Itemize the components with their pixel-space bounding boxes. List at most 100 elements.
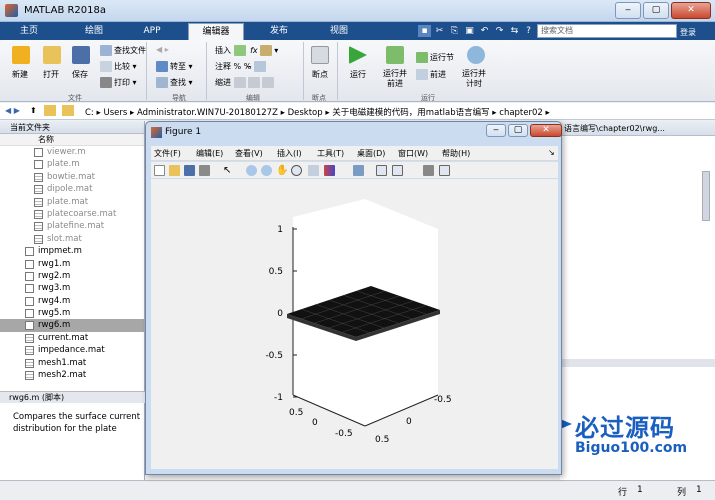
path-segment[interactable]: chapter02 xyxy=(499,108,543,118)
menu-edit[interactable]: 编辑(E) xyxy=(196,148,223,159)
file-list-item[interactable]: impmet.m xyxy=(0,245,144,257)
help-icon[interactable]: ? xyxy=(522,25,535,37)
open-file-icon[interactable] xyxy=(169,165,180,176)
find-button[interactable]: 查找 ▾ xyxy=(156,77,193,88)
print-figure-icon[interactable] xyxy=(199,165,210,176)
path-segment[interactable]: 关于电磁建模的代码，用matlab语言编写 xyxy=(332,108,489,118)
file-list-item[interactable]: current.mat xyxy=(0,332,144,344)
file-list-item[interactable]: viewer.m xyxy=(0,146,144,158)
path-segment[interactable]: Users xyxy=(103,108,127,118)
data-cursor-icon[interactable] xyxy=(308,165,319,176)
brush-icon[interactable] xyxy=(324,165,335,176)
nav-back-icon[interactable]: ◀ ▶ xyxy=(5,106,20,115)
undo-icon[interactable]: ↶ xyxy=(478,25,491,37)
file-list-item[interactable]: rwg6.m xyxy=(0,319,144,332)
quick-paste-icon[interactable]: ▣ xyxy=(463,25,476,37)
insert-button[interactable]: 插入 fx ▾ xyxy=(215,45,278,56)
pane-splitter[interactable] xyxy=(560,359,715,367)
file-list-item[interactable]: bowtie.mat xyxy=(0,171,144,183)
save-button[interactable]: 保存 xyxy=(72,69,88,80)
surface-plot[interactable]: 1 0.5 0 -0.5 -1 -0.5 0 0.5 -0.5 0 0.5 xyxy=(151,179,558,469)
new-button[interactable]: 新建 xyxy=(12,69,28,80)
file-list-item[interactable]: slot.mat xyxy=(0,233,144,245)
zoom-out-icon[interactable] xyxy=(261,165,272,176)
file-list-item[interactable]: rwg4.m xyxy=(0,295,144,307)
file-list-item[interactable]: plate.m xyxy=(0,158,144,170)
quick-cut-icon[interactable]: ✂ xyxy=(433,25,446,37)
menu-view[interactable]: 查看(V) xyxy=(235,148,263,159)
figure-minimize-button[interactable]: ‒ xyxy=(486,124,506,137)
run-button[interactable]: 运行 xyxy=(350,69,366,80)
maximize-button[interactable]: ▢ xyxy=(643,2,669,19)
run-section-button[interactable]: 运行节 xyxy=(416,52,454,63)
breakpoint-icon[interactable] xyxy=(311,46,329,64)
tab-home[interactable]: 主页 xyxy=(8,23,50,40)
rotate-3d-icon[interactable] xyxy=(291,165,302,176)
tab-apps[interactable]: APP xyxy=(131,23,173,40)
menu-file[interactable]: 文件(F) xyxy=(154,148,181,159)
goto-button[interactable]: 转至 ▾ xyxy=(156,61,193,72)
tab-publish[interactable]: 发布 xyxy=(258,23,300,40)
new-figure-icon[interactable] xyxy=(154,165,165,176)
path-segment[interactable]: Administrator.WIN7U-20180127Z xyxy=(137,108,278,118)
menu-window[interactable]: 窗口(W) xyxy=(398,148,428,159)
browse-folder-icon[interactable] xyxy=(44,105,56,116)
breakpoints-button[interactable]: 断点 xyxy=(312,69,328,80)
new-icon[interactable] xyxy=(12,46,30,64)
file-list-item[interactable]: plate.mat xyxy=(0,196,144,208)
quick-save-icon[interactable]: ▪ xyxy=(418,25,431,37)
column-header-name[interactable]: 名称 xyxy=(0,134,144,146)
file-list-item[interactable]: platefine.mat xyxy=(0,220,144,232)
colorbar-icon[interactable] xyxy=(376,165,387,176)
save-icon[interactable] xyxy=(72,46,90,64)
run-advance-icon[interactable] xyxy=(386,46,404,64)
save-figure-icon[interactable] xyxy=(184,165,195,176)
figure-close-button[interactable]: ✕ xyxy=(530,124,562,137)
switch-window-icon[interactable]: ⇆ xyxy=(508,25,521,37)
breadcrumb[interactable]: C: ▸ Users ▸ Administrator.WIN7U-2018012… xyxy=(85,106,550,118)
hide-plot-tools-icon[interactable] xyxy=(423,165,434,176)
pan-hand-icon[interactable]: ✋ xyxy=(276,165,288,176)
file-list-item[interactable]: rwg3.m xyxy=(0,282,144,294)
path-segment[interactable]: Desktop xyxy=(288,108,323,118)
legend-icon[interactable] xyxy=(392,165,403,176)
menu-desktop[interactable]: 桌面(D) xyxy=(357,148,385,159)
up-folder-icon[interactable]: ⬆ xyxy=(30,106,37,115)
figure-canvas[interactable]: 1 0.5 0 -0.5 -1 -0.5 0 0.5 -0.5 0 0.5 xyxy=(151,179,558,469)
open-button[interactable]: 打开 xyxy=(43,69,59,80)
file-list-item[interactable]: mesh1.mat xyxy=(0,357,144,369)
open-folder-icon[interactable] xyxy=(43,46,61,64)
figure-maximize-button[interactable]: ▢ xyxy=(508,124,528,137)
minimize-button[interactable]: ‒ xyxy=(615,2,641,19)
menu-dock-icon[interactable]: ↘ xyxy=(548,148,555,157)
close-button[interactable]: ✕ xyxy=(671,2,711,19)
search-input[interactable]: 搜索文档 xyxy=(537,24,677,38)
tab-view[interactable]: 视图 xyxy=(318,23,360,40)
show-plot-tools-icon[interactable] xyxy=(439,165,450,176)
path-segment[interactable]: C: xyxy=(85,108,94,118)
quick-copy-icon[interactable]: ⎘ xyxy=(448,25,461,37)
login-button[interactable]: 登录 xyxy=(680,27,696,38)
file-list-item[interactable]: impedance.mat xyxy=(0,344,144,356)
tab-editor[interactable]: 编辑器 xyxy=(188,23,244,40)
editor-scrollbar[interactable] xyxy=(702,171,710,221)
file-list-item[interactable]: rwg1.m xyxy=(0,258,144,270)
run-advance-button[interactable]: 运行并 前进 xyxy=(383,69,407,89)
indent-button[interactable]: 缩进 xyxy=(215,77,276,88)
run-icon[interactable] xyxy=(349,46,367,64)
file-list-item[interactable]: dipole.mat xyxy=(0,183,144,195)
menu-help[interactable]: 帮助(H) xyxy=(442,148,470,159)
run-and-time-button[interactable]: 运行并 计时 xyxy=(462,69,486,89)
menu-insert[interactable]: 插入(I) xyxy=(277,148,302,159)
file-list-item[interactable]: mesh2.mat xyxy=(0,369,144,381)
print-button[interactable]: 打印 ▾ xyxy=(100,77,137,88)
find-files-button[interactable]: 查找文件 xyxy=(100,45,146,56)
menu-tools[interactable]: 工具(T) xyxy=(317,148,344,159)
comment-button[interactable]: 注释 % %̶ xyxy=(215,61,268,72)
redo-icon[interactable]: ↷ xyxy=(493,25,506,37)
compare-button[interactable]: 比较 ▾ xyxy=(100,61,137,72)
tab-plots[interactable]: 绘图 xyxy=(73,23,115,40)
advance-button[interactable]: 前进 xyxy=(416,69,446,80)
zoom-in-icon[interactable] xyxy=(246,165,257,176)
file-list-item[interactable]: rwg2.m xyxy=(0,270,144,282)
